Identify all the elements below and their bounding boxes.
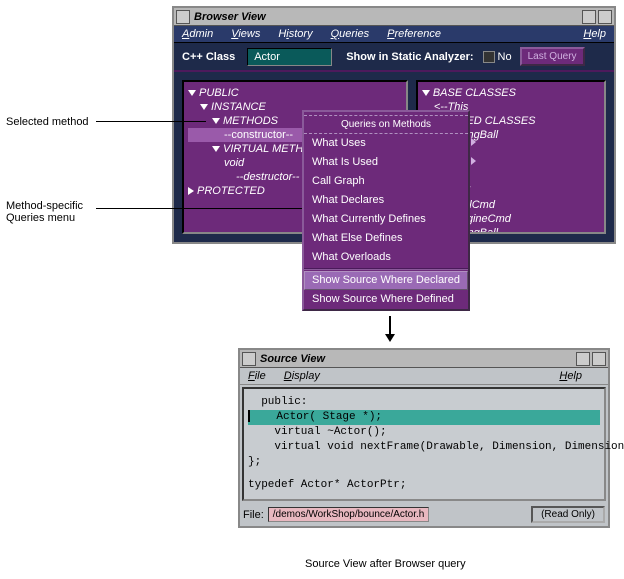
maximize-icon[interactable]	[592, 352, 606, 366]
annotation-selected-method: Selected method	[6, 116, 89, 128]
context-menu-title: Queries on Methods	[304, 115, 468, 134]
src-line-typedef: typedef Actor* ActorPtr;	[248, 478, 600, 493]
expand-icon[interactable]	[212, 118, 220, 124]
ctx-currently-defines[interactable]: What Currently Defines	[304, 210, 468, 229]
file-path-field[interactable]: /demos/WorkShop/bounce/Actor.h	[268, 507, 430, 522]
ctx-overloads[interactable]: What Overloads	[304, 248, 468, 267]
collapse-icon[interactable]	[188, 187, 194, 195]
menu-preference[interactable]: Preference	[387, 28, 441, 40]
expand-icon[interactable]	[422, 90, 430, 96]
menu-display[interactable]: Display	[284, 370, 320, 382]
menu-admin[interactable]: Admin	[182, 28, 213, 40]
analyzer-checkbox[interactable]	[483, 51, 495, 63]
context-menu-separator	[304, 268, 468, 270]
browser-menubar: Admin Views History Queries Preference H…	[174, 26, 614, 43]
source-title-bar: Source View	[240, 350, 608, 368]
minimize-icon[interactable]	[582, 10, 596, 24]
read-only-indicator: (Read Only)	[531, 506, 605, 523]
figure-caption: Source View after Browser query	[305, 558, 466, 570]
annotation-queries-menu: Method-specific Queries menu	[6, 200, 83, 224]
source-view-window: Source View File Display Help public: Ac…	[238, 348, 610, 528]
ctx-call-graph[interactable]: Call Graph	[304, 172, 468, 191]
menu-help[interactable]: Help	[583, 28, 606, 40]
source-title: Source View	[260, 353, 574, 365]
src-line-public: public:	[248, 395, 600, 410]
menu-file[interactable]: File	[248, 370, 266, 382]
file-label: File:	[243, 509, 264, 521]
menu-queries[interactable]: Queries	[331, 28, 370, 40]
analyzer-label: Show in Static Analyzer:	[346, 51, 473, 63]
menu-views[interactable]: Views	[231, 28, 260, 40]
ctx-show-declared[interactable]: Show Source Where Declared	[304, 271, 468, 290]
ctx-show-defined[interactable]: Show Source Where Defined	[304, 290, 468, 309]
src-line-destructor: virtual ~Actor();	[248, 425, 600, 440]
src-blank	[248, 470, 600, 478]
expand-icon[interactable]	[212, 146, 220, 152]
tree-public[interactable]: PUBLIC	[188, 86, 402, 100]
source-code-area[interactable]: public: Actor( Stage *); virtual ~Actor(…	[242, 387, 606, 501]
annotation-line-1	[96, 121, 206, 122]
ctx-what-declares[interactable]: What Declares	[304, 191, 468, 210]
browser-title-bar: Browser View	[174, 8, 614, 26]
src-line-nextframe: virtual void nextFrame(Drawable, Dimensi…	[248, 440, 600, 455]
ctx-else-defines[interactable]: What Else Defines	[304, 229, 468, 248]
cpp-class-label: C++ Class	[182, 51, 235, 63]
expand-icon[interactable]	[200, 104, 208, 110]
last-query-button[interactable]: Last Query	[520, 47, 585, 66]
annotation-line-2	[96, 208, 304, 209]
browser-title: Browser View	[194, 11, 580, 23]
src-line-highlighted: Actor( Stage *);	[248, 410, 600, 425]
tree-base-classes[interactable]: BASE CLASSES	[422, 86, 600, 100]
maximize-icon[interactable]	[598, 10, 612, 24]
window-menu-icon[interactable]	[176, 10, 190, 24]
minimize-icon[interactable]	[576, 352, 590, 366]
ctx-what-uses[interactable]: What Uses	[304, 134, 468, 153]
source-status-bar: File: /demos/WorkShop/bounce/Actor.h (Re…	[240, 503, 608, 526]
source-menubar: File Display Help	[240, 368, 608, 385]
browser-toolbar: C++ Class Actor Show in Static Analyzer:…	[174, 43, 614, 72]
menu-help[interactable]: Help	[559, 370, 582, 382]
menu-history[interactable]: History	[278, 28, 312, 40]
queries-context-menu: Queries on Methods What Uses What Is Use…	[302, 110, 470, 311]
src-line-brace: };	[248, 455, 600, 470]
expand-icon[interactable]	[188, 90, 196, 96]
class-name-input[interactable]: Actor	[247, 48, 332, 66]
window-menu-icon[interactable]	[242, 352, 256, 366]
ctx-what-is-used[interactable]: What Is Used	[304, 153, 468, 172]
no-label: No	[498, 51, 512, 63]
